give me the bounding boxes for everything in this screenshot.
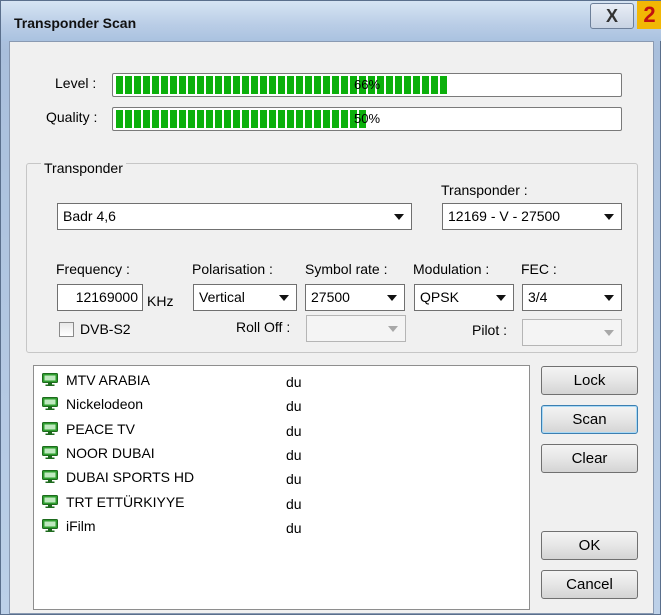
tv-icon <box>42 397 58 411</box>
dvbs2-label: DVB-S2 <box>80 321 131 337</box>
frequency-label: Frequency : <box>56 261 130 277</box>
cancel-button[interactable]: Cancel <box>541 570 638 599</box>
channel-provider: du <box>286 471 302 488</box>
frequency-unit: KHz <box>147 293 174 309</box>
satellite-value: Badr 4,6 <box>63 208 116 224</box>
chevron-down-icon <box>604 214 614 220</box>
chevron-down-icon <box>279 295 289 301</box>
channel-name: Nickelodeon <box>66 396 144 413</box>
rolloff-dropdown[interactable] <box>306 315 406 342</box>
frequency-input[interactable]: 12169000 <box>57 284 143 311</box>
tv-icon <box>42 373 58 386</box>
channel-name: PEACE TV <box>66 420 135 437</box>
tv-icon <box>42 494 58 508</box>
list-item[interactable]: NOOR DUBAI du <box>42 443 522 465</box>
list-item[interactable]: TRT ETTÜRKIYYE du <box>42 492 522 514</box>
close-icon: X <box>605 6 618 26</box>
chevron-down-icon <box>604 295 614 301</box>
transponder-label: Transponder : <box>441 182 528 198</box>
level-percent: 66% <box>353 77 381 92</box>
pilot-dropdown[interactable] <box>522 319 622 346</box>
list-item[interactable]: MTV ARABIA du <box>42 370 522 392</box>
chevron-down-icon <box>496 295 506 301</box>
title-bar[interactable]: Transponder Scan X 2 <box>1 1 661 41</box>
level-meter: 66% <box>112 73 622 97</box>
rolloff-label: Roll Off : <box>236 319 291 335</box>
list-item[interactable]: Nickelodeon du <box>42 394 522 416</box>
quality-label: Quality : <box>46 109 98 125</box>
fec-dropdown[interactable]: 3/4 <box>522 284 622 311</box>
polarisation-value: Vertical <box>199 289 245 305</box>
modulation-value: QPSK <box>420 289 459 305</box>
ok-button[interactable]: OK <box>541 531 638 560</box>
polarisation-label: Polarisation : <box>192 261 273 277</box>
channel-name: NOOR DUBAI <box>66 444 155 461</box>
clear-button[interactable]: Clear <box>541 444 638 473</box>
channel-provider: du <box>286 519 302 536</box>
symbol-rate-dropdown[interactable]: 27500 <box>305 284 405 311</box>
quality-percent: 50% <box>353 111 381 126</box>
channel-name: MTV ARABIA <box>66 372 151 388</box>
fec-value: 3/4 <box>528 289 548 305</box>
symbol-rate-label: Symbol rate : <box>305 261 388 277</box>
dvbs2-checkbox[interactable] <box>59 322 74 337</box>
channel-provider: du <box>286 495 302 512</box>
chevron-down-icon <box>394 214 404 220</box>
pilot-label: Pilot : <box>472 322 508 338</box>
channel-provider: du <box>286 398 302 415</box>
tv-icon <box>42 421 58 435</box>
quality-meter: 50% <box>112 107 622 131</box>
fec-label: FEC : <box>521 261 557 277</box>
channel-provider: du <box>286 446 302 463</box>
transponder-value: 12169 - V - 27500 <box>448 208 561 224</box>
chevron-down-icon <box>388 326 398 332</box>
corner-badge: 2 <box>637 1 661 29</box>
transponder-group-label: Transponder <box>41 160 126 176</box>
modulation-dropdown[interactable]: QPSK <box>414 284 514 311</box>
list-item[interactable]: DUBAI SPORTS HD du <box>42 467 522 489</box>
tv-icon <box>42 518 58 532</box>
symbol-rate-value: 27500 <box>311 289 350 305</box>
transponder-dropdown[interactable]: 12169 - V - 27500 <box>442 203 622 230</box>
channel-name: TRT ETTÜRKIYYE <box>66 493 185 510</box>
channel-name: iFilm <box>66 517 96 534</box>
list-item[interactable]: iFilm du <box>42 516 522 538</box>
window-title: Transponder Scan <box>14 15 137 31</box>
frequency-value: 12169000 <box>75 289 138 305</box>
tv-icon <box>42 470 58 484</box>
channel-name: DUBAI SPORTS HD <box>66 469 195 486</box>
channel-list[interactable]: MTV ARABIA du Nickelodeon du PEACE TV du NOOR … <box>33 365 530 610</box>
satellite-dropdown[interactable]: Badr 4,6 <box>57 203 412 230</box>
channel-provider: du <box>286 374 302 390</box>
tv-icon <box>42 445 58 459</box>
lock-button[interactable]: Lock <box>541 366 638 395</box>
polarisation-dropdown[interactable]: Vertical <box>193 284 297 311</box>
chevron-down-icon <box>387 295 397 301</box>
chevron-down-icon <box>604 330 614 336</box>
scan-button[interactable]: Scan <box>541 405 638 434</box>
modulation-label: Modulation : <box>413 261 490 277</box>
list-item[interactable]: PEACE TV du <box>42 419 522 441</box>
dialog-window: Transponder Scan X 2 Level : 66% Quality… <box>0 0 661 615</box>
level-label: Level : <box>55 75 97 91</box>
channel-provider: du <box>286 422 302 439</box>
close-button[interactable]: X <box>590 3 634 29</box>
